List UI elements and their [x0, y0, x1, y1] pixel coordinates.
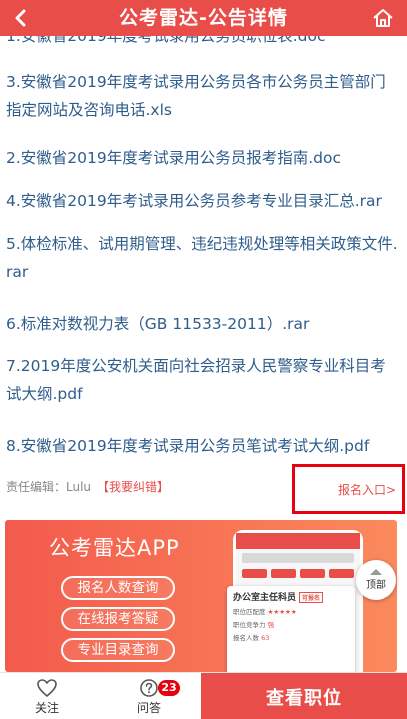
job-card-row: 职位竞争力 强 — [233, 621, 275, 629]
qa-button[interactable]: 问答 23 — [124, 673, 180, 719]
attachment-link[interactable]: 2.安徽省2019年度考试录用公务员报考指南.doc — [6, 144, 398, 172]
signup-entry-link[interactable]: 报名入口> — [338, 481, 396, 498]
signup-entry-highlight[interactable]: 报名入口> — [292, 464, 405, 514]
banner-feature-pill: 报名人数查询 — [61, 576, 175, 600]
article-content[interactable]: 1.安徽省2019年度考试录用公务员职位表.doc 3.安徽省2019年度考试录… — [0, 36, 407, 672]
phone-mockup-header — [236, 533, 360, 549]
attachment-link[interactable]: 3.安徽省2019年度考试录用公务员各市公务员主管部门指定网站及咨询电话.xls — [6, 68, 398, 124]
page-title: 公考雷达-公告详情 — [119, 7, 288, 29]
question-circle-icon — [140, 678, 158, 697]
report-error-link[interactable]: 【我要纠错】 — [97, 480, 169, 494]
phone-mockup-row — [242, 553, 354, 563]
top-bar: 公考雷达-公告详情 — [0, 0, 407, 36]
arrow-up-icon — [370, 569, 382, 575]
qa-label: 问答 — [136, 700, 161, 715]
bottom-bar: 关注 问答 23 查看职位 — [0, 672, 407, 719]
banner-feature-pill: 在线报考答疑 — [61, 607, 175, 631]
job-card-title: 办公室主任科员 可报名 — [233, 590, 349, 603]
heart-icon — [37, 678, 57, 697]
attachment-link[interactable]: 5.体检标准、试用期管理、违纪违规处理等相关政策文件.rar — [6, 230, 398, 286]
app-promo-banner[interactable]: 公考雷达APP 报名人数查询 在线报考答疑 专业目录查询 办公室主任科员 可报名 … — [5, 520, 397, 672]
view-jobs-button[interactable]: 查看职位 — [201, 673, 407, 719]
attachment-link[interactable]: 6.标准对数视力表（GB 11533-2011）.rar — [6, 310, 398, 338]
back-to-top-button[interactable]: 顶部 — [356, 560, 396, 600]
banner-feature-pill: 专业目录查询 — [61, 638, 175, 662]
banner-app-title: 公考雷达APP — [49, 536, 180, 560]
job-card-row: 职位匹配度 ★★★★★ — [233, 608, 297, 616]
editor-info: 责任编辑：Lulu 【我要纠错】 — [6, 478, 169, 495]
follow-button[interactable]: 关注 — [22, 673, 72, 719]
job-info-card: 办公室主任科员 可报名 职位匹配度 ★★★★★ 职位竞争力 强 报名人数 63 — [227, 586, 355, 672]
editor-name: 责任编辑：Lulu — [6, 480, 92, 494]
follow-label: 关注 — [34, 700, 59, 715]
attachment-link-partial[interactable]: 1.安徽省2019年度考试录用公务员职位表.doc — [6, 36, 326, 46]
attachment-link[interactable]: 4.安徽省2019年考试录用公务员参考专业目录汇总.rar — [6, 187, 398, 215]
job-card-badge: 可报名 — [299, 592, 324, 603]
attachment-link[interactable]: 8.安徽省2019年度考试录用公务员笔试考试大纲.pdf — [6, 432, 398, 460]
back-to-top-label: 顶部 — [366, 580, 386, 591]
job-card-row: 报名人数 63 — [233, 634, 270, 642]
home-icon[interactable] — [369, 4, 397, 32]
phone-mockup-buttons — [242, 569, 354, 578]
qa-count-badge: 23 — [158, 680, 180, 696]
attachment-link[interactable]: 7.2019年度公安机关面向社会招录人民警察专业科目考试大纲.pdf — [6, 352, 398, 408]
